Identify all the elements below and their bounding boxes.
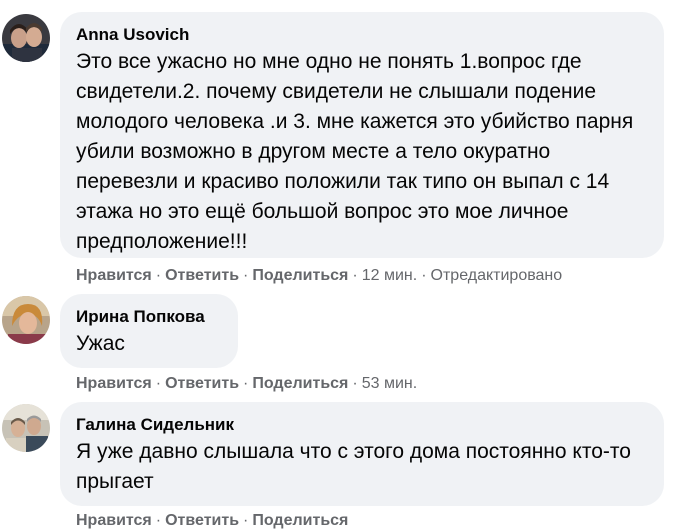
reply-button[interactable]: Ответить — [165, 267, 239, 284]
avatar[interactable] — [2, 404, 50, 452]
separator: · — [155, 375, 162, 392]
comment-bubble: Галина Сидельник Я уже давно слышала что… — [60, 402, 664, 506]
separator: · — [155, 267, 162, 284]
comment-bubble: Ирина Попкова Ужас — [60, 294, 238, 368]
avatar[interactable] — [2, 296, 50, 344]
comment-text: Я уже давно слышала что с этого дома пос… — [76, 440, 631, 493]
share-button[interactable]: Поделиться — [252, 267, 348, 284]
comment-actions: Нравится · Ответить · Поделиться · 53 мин. — [76, 374, 417, 394]
comment-author[interactable]: Галина Сидельник — [76, 414, 648, 436]
comment-timestamp[interactable]: 53 мин. — [362, 375, 417, 392]
reply-button[interactable]: Ответить — [165, 375, 239, 392]
comment-actions: Нравится · Ответить · Поделиться — [76, 511, 348, 531]
avatar[interactable] — [2, 14, 50, 62]
separator: · — [243, 267, 249, 284]
comment-author[interactable]: Ирина Попкова — [76, 306, 222, 328]
like-button[interactable]: Нравится — [76, 267, 152, 284]
comment-timestamp[interactable]: 12 мин. — [362, 267, 417, 284]
separator: · — [421, 267, 427, 284]
comment-text: Это все ужасно но мне одно не понять 1.в… — [76, 50, 634, 253]
separator: · — [243, 375, 249, 392]
comment-text: Ужас — [76, 332, 125, 355]
comment-bubble: Anna Usovich Это все ужасно но мне одно … — [60, 12, 664, 258]
share-button[interactable]: Поделиться — [252, 375, 348, 392]
separator: · — [352, 267, 358, 284]
comment-author[interactable]: Anna Usovich — [76, 24, 648, 46]
avatar-photo-icon — [2, 404, 50, 452]
separator: · — [352, 375, 358, 392]
comment-actions: Нравится · Ответить · Поделиться · 12 мин. · Отр… — [76, 266, 562, 286]
edited-label[interactable]: Отредактировано — [431, 267, 563, 284]
avatar-photo-icon — [2, 14, 50, 62]
avatar-photo-icon — [2, 296, 50, 344]
like-button[interactable]: Нравится — [76, 375, 152, 392]
